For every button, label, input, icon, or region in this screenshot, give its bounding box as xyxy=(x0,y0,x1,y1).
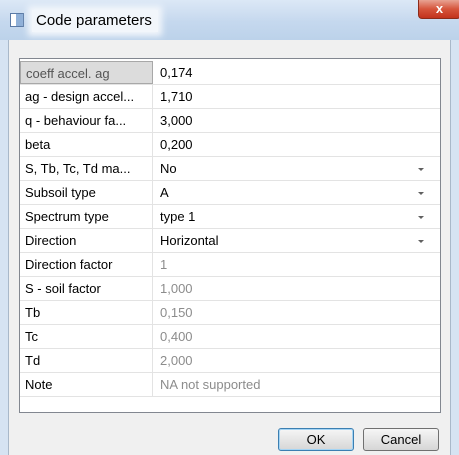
property-value-field[interactable]: 0,174 xyxy=(154,61,440,84)
property-row[interactable]: Note NA not supported xyxy=(20,373,440,397)
property-dropdown[interactable]: No xyxy=(154,157,440,180)
property-value-field: NA not supported xyxy=(160,377,261,392)
ok-button[interactable]: OK xyxy=(278,428,354,451)
property-label: Td xyxy=(20,349,153,372)
close-icon: x xyxy=(435,1,444,16)
property-row[interactable]: Direction factor 1 xyxy=(20,253,440,277)
dropdown-arrow-icon[interactable] xyxy=(418,168,424,171)
property-row[interactable]: Tb 0,150 xyxy=(20,301,440,325)
property-label: Subsoil type xyxy=(20,181,153,204)
property-value-field: 2,000 xyxy=(160,353,193,368)
property-label: Note xyxy=(20,373,153,396)
property-row[interactable]: Tc 0,400 xyxy=(20,325,440,349)
property-row[interactable]: coeff accel. ag 0,174 xyxy=(20,61,440,85)
property-row[interactable]: beta 0,200 xyxy=(20,133,440,157)
property-label: beta xyxy=(20,133,153,156)
close-button[interactable]: x xyxy=(418,0,459,19)
window-title: Code parameters xyxy=(32,10,158,32)
property-row[interactable]: ag - design accel... 1,710 xyxy=(20,85,440,109)
property-rows: coeff accel. ag 0,174 ag - design accel...… xyxy=(20,61,440,397)
property-row[interactable]: Td 2,000 xyxy=(20,349,440,373)
property-row[interactable]: S, Tb, Tc, Td ma... No xyxy=(20,157,440,181)
property-value-field[interactable]: 3,000 xyxy=(154,109,440,132)
property-label: S - soil factor xyxy=(20,277,153,300)
property-label: Tc xyxy=(20,325,153,348)
property-dropdown[interactable]: Horizontal xyxy=(154,229,440,252)
property-label: coeff accel. ag xyxy=(20,61,153,84)
code-parameters-dialog: Code parameters x coeff accel. ag 0,174 ag… xyxy=(0,0,459,455)
property-value-field[interactable]: 1,710 xyxy=(154,85,440,108)
property-label: Tb xyxy=(20,301,153,324)
property-dropdown[interactable]: type 1 xyxy=(154,205,440,228)
property-value-field: 1,000 xyxy=(160,281,193,296)
property-label: ag - design accel... xyxy=(20,85,153,108)
window-icon xyxy=(10,13,24,27)
cancel-button[interactable]: Cancel xyxy=(363,428,439,451)
property-label: q - behaviour fa... xyxy=(20,109,153,132)
property-label: Spectrum type xyxy=(20,205,153,228)
property-row[interactable]: Subsoil type A xyxy=(20,181,440,205)
property-row[interactable]: q - behaviour fa... 3,000 xyxy=(20,109,440,133)
property-value-field: 1 xyxy=(160,257,168,272)
dropdown-arrow-icon[interactable] xyxy=(418,240,424,243)
property-label: Direction factor xyxy=(20,253,153,276)
property-row[interactable]: Direction Horizontal xyxy=(20,229,440,253)
property-value-field: 0,150 xyxy=(160,305,193,320)
title-bar[interactable]: Code parameters x xyxy=(0,0,459,40)
property-label: Direction xyxy=(20,229,153,252)
dropdown-arrow-icon[interactable] xyxy=(418,216,424,219)
property-value-field: 0,400 xyxy=(160,329,193,344)
property-row[interactable]: S - soil factor 1,000 xyxy=(20,277,440,301)
property-grid: coeff accel. ag 0,174 ag - design accel...… xyxy=(19,58,441,413)
property-label: S, Tb, Tc, Td ma... xyxy=(20,157,153,180)
property-row[interactable]: Spectrum type type 1 xyxy=(20,205,440,229)
property-dropdown[interactable]: A xyxy=(154,181,440,204)
property-value-field[interactable]: 0,200 xyxy=(154,133,440,156)
dropdown-arrow-icon[interactable] xyxy=(418,192,424,195)
